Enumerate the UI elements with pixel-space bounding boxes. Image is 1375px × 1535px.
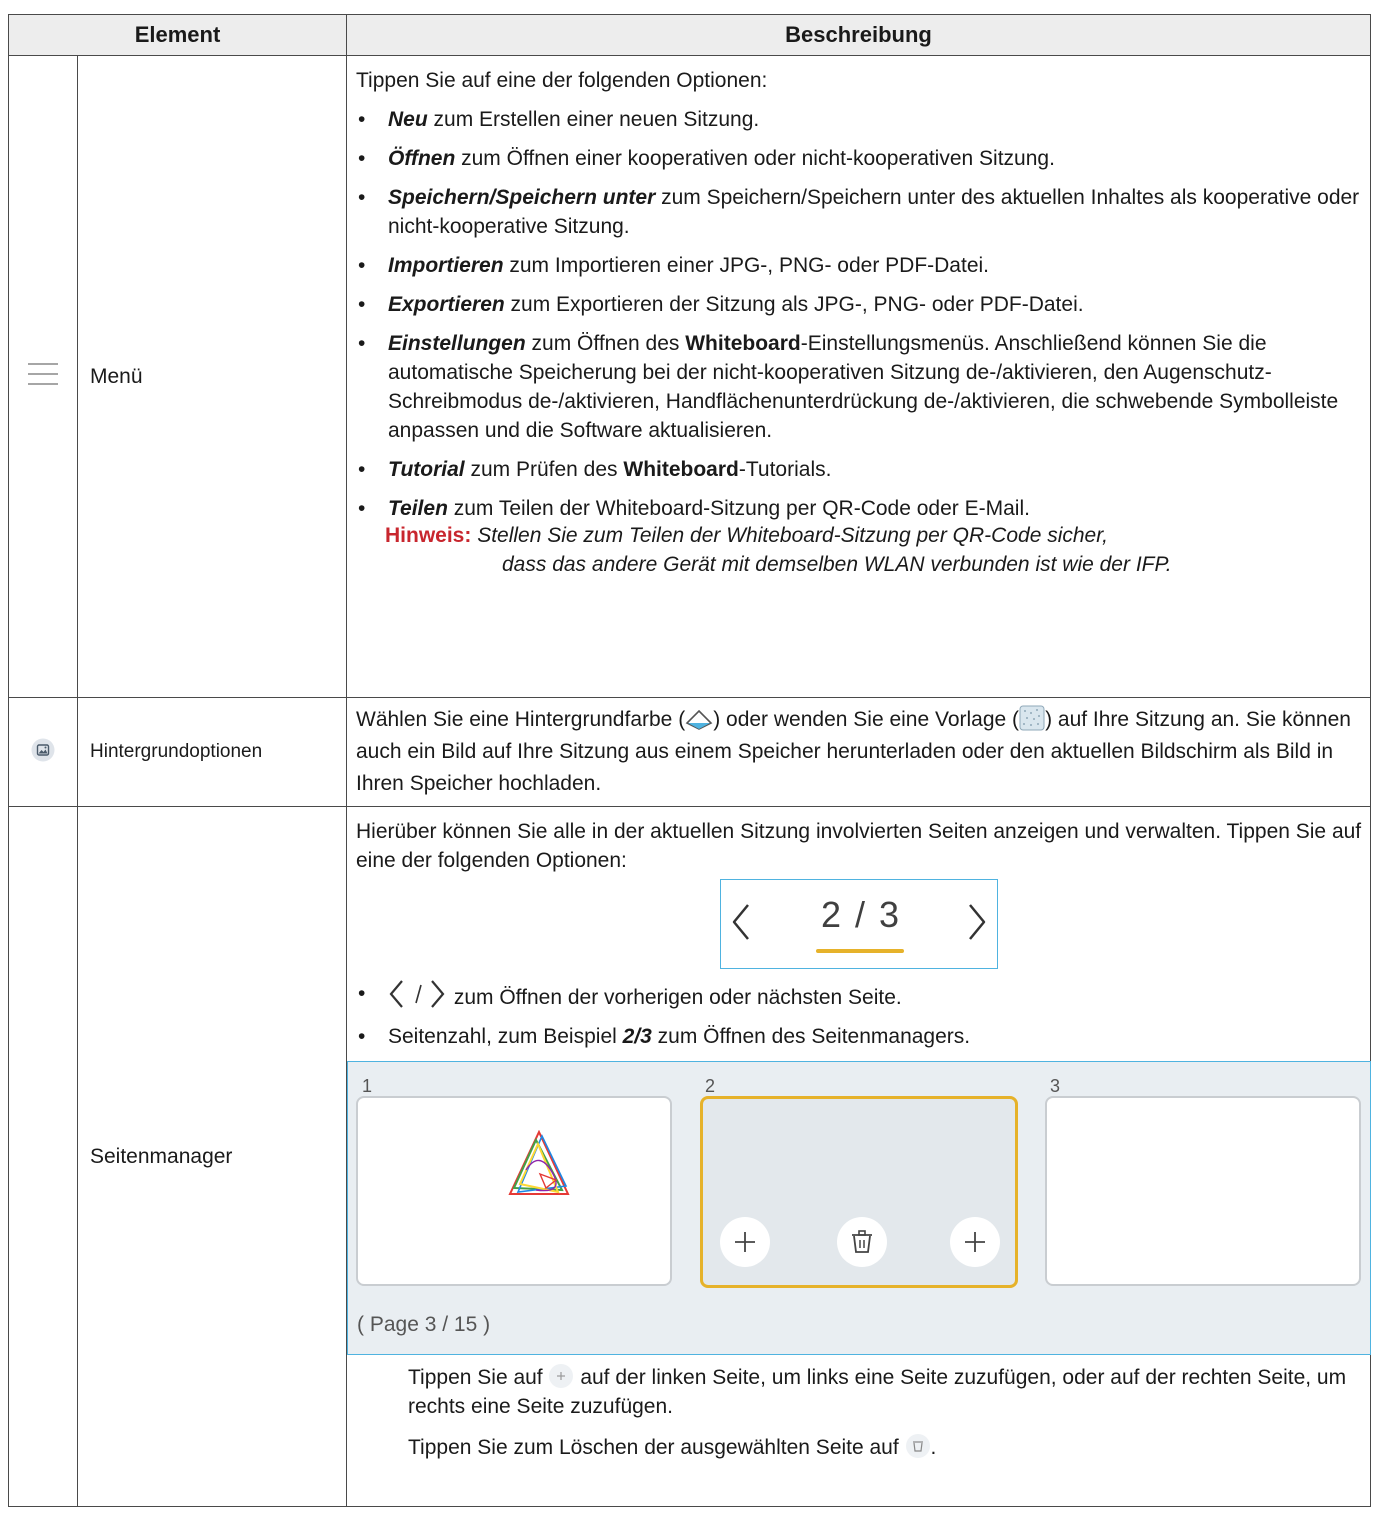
option-name: 2/3 xyxy=(622,1025,652,1048)
pages-icon-cell xyxy=(8,806,78,1507)
page-thumbnail-selected[interactable] xyxy=(700,1096,1018,1288)
option-name: Exportieren xyxy=(388,293,505,316)
note-block: Hinweis: Stellen Sie zum Teilen der Whit… xyxy=(356,521,1362,579)
page-thumbnail[interactable] xyxy=(1045,1096,1361,1286)
element-name: Hintergrundoptionen xyxy=(77,697,347,807)
page-thumbnail[interactable] xyxy=(356,1096,672,1286)
option-text: zum Prüfen des xyxy=(464,458,624,481)
option-text: Seitenzahl, zum Beispiel xyxy=(388,1025,623,1048)
note-label: Hinweis: xyxy=(385,524,472,547)
header-element: Element xyxy=(8,14,347,56)
option-name: Speichern/Speichern unter xyxy=(388,186,656,209)
trash-icon xyxy=(905,1434,930,1458)
table-row: Hintergrundoptionen Wählen Sie eine Hint… xyxy=(8,697,1371,807)
fill-bucket-icon xyxy=(685,709,713,730)
list-item: • Öffnen zum Öffnen einer kooperativen od… xyxy=(358,147,1055,170)
option-text: zum Öffnen des xyxy=(525,332,686,355)
add-page-left-button[interactable] xyxy=(720,1217,770,1267)
option-name: Neu xyxy=(388,108,428,131)
header-description: Beschreibung xyxy=(346,14,1371,56)
instruction-text: . xyxy=(930,1436,937,1459)
menu-intro: Tippen Sie auf eine der folgenden Option… xyxy=(356,69,768,92)
description-text: Wählen Sie eine Hintergrundfarbe ( xyxy=(356,708,686,731)
option-name: Importieren xyxy=(388,254,504,277)
element-name: Menü xyxy=(77,55,347,698)
option-text: zum Teilen der Whiteboard-Sitzung per QR… xyxy=(447,497,1030,520)
list-item: • Einstellungen zum Öffnen des Whiteboard… xyxy=(358,332,1339,442)
template-pattern-icon xyxy=(1019,705,1045,731)
note-line-1: Stellen Sie zum Teilen der Whiteboard-Si… xyxy=(477,524,1108,547)
list-item: • Neu zum Erstellen einer neuen Sitzung. xyxy=(358,108,760,131)
page-actions-text: Tippen Sie auf auf der linken Seite, um … xyxy=(356,1363,1362,1462)
image-icon xyxy=(31,738,55,761)
list-item: • zum Öffnen der vorherigen oder nächste… xyxy=(356,979,1362,1012)
app-name: Whiteboard xyxy=(623,458,739,481)
chevron-right-icon[interactable] xyxy=(967,902,987,942)
list-item: • Speichern/Speichern unter zum Speichern… xyxy=(358,186,1360,238)
page-total-label: ( Page 3 / 15 ) xyxy=(357,1313,491,1336)
background-icon-cell xyxy=(8,697,78,807)
plus-icon xyxy=(965,1232,985,1252)
list-item: • Importieren zum Importieren einer JPG-,… xyxy=(358,254,990,277)
option-text: zum Importieren einer JPG-, PNG- oder PD… xyxy=(503,254,990,277)
description-text: ) oder wenden Sie eine Vorlage ( xyxy=(713,708,1020,731)
page-manager-panel: 1 2 3 (Page 3 / 15) xyxy=(347,1061,1371,1355)
hamburger-menu-icon xyxy=(28,363,58,385)
option-name: Einstellungen xyxy=(388,332,526,355)
delete-page-instruction: Tippen Sie zum Löschen der ausgewählten … xyxy=(408,1433,1362,1462)
page-counter[interactable]: 2 / 3 xyxy=(821,897,901,933)
pages-description: Hierüber können Sie alle in der aktuelle… xyxy=(346,806,1371,1507)
pages-intro: Hierüber können Sie alle in der aktuelle… xyxy=(356,820,1362,872)
feature-table: Element Beschreibung Menü Tippen Sie auf… xyxy=(8,14,1371,1507)
menu-icon-cell xyxy=(8,55,78,698)
list-item: • Exportieren zum Exportieren der Sitzung… xyxy=(358,293,1084,316)
prev-next-icon xyxy=(389,980,445,1008)
list-item: • Seitenzahl, zum Beispiel 2/3 zum Öffnen… xyxy=(358,1025,971,1048)
option-name: Öffnen xyxy=(388,147,456,170)
background-description: Wählen Sie eine Hintergrundfarbe ( ) oder… xyxy=(346,697,1371,807)
page-counter-underline xyxy=(816,949,904,953)
option-text: zum Öffnen des Seitenmanagers. xyxy=(651,1025,971,1048)
option-text: -Tutorials. xyxy=(738,458,832,481)
add-page-right-button[interactable] xyxy=(950,1217,1000,1267)
element-name: Seitenmanager xyxy=(77,806,347,1507)
option-text: zum Öffnen einer kooperativen oder nicht… xyxy=(455,147,1055,170)
option-text: zum Öffnen der vorherigen oder nächsten … xyxy=(448,986,902,1009)
instruction-text: Tippen Sie auf xyxy=(408,1366,549,1389)
list-item: • Teilen zum Teilen der Whiteboard-Sitzun… xyxy=(358,497,1030,520)
list-item: • Tutorial zum Prüfen des Whiteboard-Tuto… xyxy=(358,458,832,481)
table-row: Menü Tippen Sie auf eine der folgenden O… xyxy=(8,55,1371,698)
option-name: Tutorial xyxy=(388,458,465,481)
option-name: Teilen xyxy=(388,497,448,520)
app-name: Whiteboard xyxy=(685,332,801,355)
plus-icon xyxy=(735,1232,755,1252)
instruction-text: Tippen Sie zum Löschen der ausgewählten … xyxy=(408,1436,905,1459)
table-row: Seitenmanager Hierüber können Sie alle i… xyxy=(8,806,1371,1507)
chevron-left-icon[interactable] xyxy=(731,902,751,942)
note-line-2: dass das andere Gerät mit demselben WLAN… xyxy=(502,553,1172,576)
delete-page-button[interactable] xyxy=(837,1217,887,1267)
page-navigator: 2 / 3 xyxy=(720,879,998,969)
trash-icon xyxy=(852,1230,872,1253)
option-text: zum Exportieren der Sitzung als JPG-, PN… xyxy=(504,293,1084,316)
add-page-instruction: Tippen Sie auf auf der linken Seite, um … xyxy=(408,1363,1362,1421)
option-text: zum Erstellen einer neuen Sitzung. xyxy=(427,108,760,131)
menu-description: Tippen Sie auf eine der folgenden Option… xyxy=(346,55,1371,698)
drawing-thumbnail xyxy=(508,1130,570,1195)
plus-icon xyxy=(549,1364,574,1388)
table-header-row: Element Beschreibung xyxy=(8,14,1371,56)
